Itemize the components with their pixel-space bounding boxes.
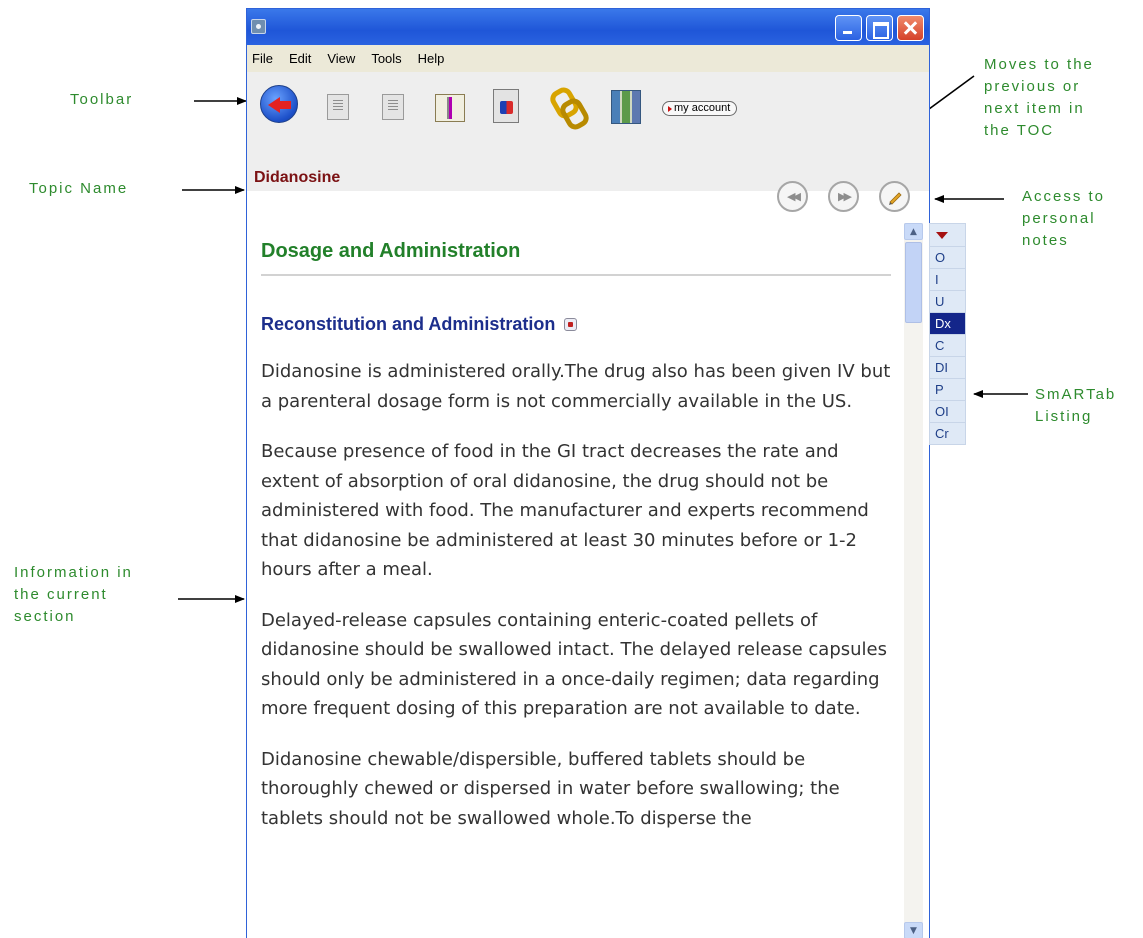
menu-edit[interactable]: Edit [289, 51, 311, 66]
minimize-button[interactable] [835, 15, 862, 41]
smartab-tab-i[interactable]: I [930, 268, 965, 290]
title-bar[interactable] [247, 9, 929, 45]
library-books-icon[interactable] [611, 90, 641, 124]
smartab-tab-cr[interactable]: Cr [930, 422, 965, 444]
menu-help[interactable]: Help [418, 51, 445, 66]
maximize-button[interactable] [866, 15, 893, 41]
topic-name: Didanosine [254, 169, 341, 186]
section-heading: Dosage and Administration [261, 240, 521, 262]
annotation-toc-nav: Moves to the previous or next item in th… [984, 56, 1094, 139]
annotation-notes: Access to personal notes [1022, 188, 1106, 249]
smartab-tab-oi[interactable]: OI [930, 400, 965, 422]
smartab-tab-u[interactable]: U [930, 290, 965, 312]
list-document-icon[interactable] [382, 94, 404, 120]
smartab-collapse-icon[interactable] [930, 224, 965, 246]
smartab-tab-dx[interactable]: Dx [930, 312, 965, 334]
paragraph: Didanosine chewable/dispersible, buffere… [261, 748, 840, 829]
toolbar: my account Didanosine [247, 72, 929, 191]
subsection-heading: Reconstitution and Administration [261, 314, 891, 335]
menu-tools[interactable]: Tools [371, 51, 401, 66]
subsection-heading-text: Reconstitution and Administration [261, 314, 556, 334]
paragraph: Didanosine is administered orally.The dr… [261, 361, 891, 412]
scroll-down-button[interactable]: ▼ [904, 922, 923, 938]
paragraph: Because presence of food in the GI tract… [261, 441, 869, 580]
smartab-listing: O I U Dx C DI P OI Cr [929, 223, 966, 445]
annotation-smartab: SmARTab Listing [1035, 386, 1117, 425]
link-icon[interactable] [551, 86, 579, 122]
smartab-tab-c[interactable]: C [930, 334, 965, 356]
annotation-toolbar: Toolbar [70, 91, 134, 108]
document-icon[interactable] [327, 94, 349, 120]
menu-view[interactable]: View [327, 51, 355, 66]
menu-file[interactable]: File [252, 51, 273, 66]
section-content: Dosage and Administration Reconstitution… [261, 207, 891, 833]
close-button[interactable] [897, 15, 924, 41]
app-window: File Edit View Tools Help my account Did… [246, 8, 930, 938]
menu-bar: File Edit View Tools Help [247, 45, 929, 72]
scroll-up-button[interactable]: ▲ [904, 223, 923, 240]
annotation-topic-name: Topic Name [29, 180, 129, 197]
heading-divider [261, 274, 891, 276]
my-account-label: my account [674, 102, 731, 114]
smartab-tab-p[interactable]: P [930, 378, 965, 400]
my-account-button[interactable]: my account [662, 101, 738, 116]
back-arrow-icon[interactable] [260, 85, 298, 123]
fast-forward-icon: ▶▶ [838, 190, 852, 203]
annotation-information: Information in the current section [14, 564, 133, 625]
expand-icon[interactable] [564, 318, 578, 331]
pencil-icon [888, 191, 902, 205]
scroll-thumb[interactable] [905, 242, 922, 323]
smartab-tab-di[interactable]: DI [930, 356, 965, 378]
rewind-icon: ◀◀ [787, 190, 801, 203]
paragraph: Delayed-release capsules containing ente… [261, 609, 888, 720]
book-icon[interactable] [435, 94, 465, 122]
smartab-tab-o[interactable]: O [930, 246, 965, 268]
vertical-scrollbar[interactable]: ▲ ▼ [904, 223, 923, 938]
print-document-icon[interactable] [493, 89, 519, 123]
app-icon[interactable] [251, 19, 266, 34]
